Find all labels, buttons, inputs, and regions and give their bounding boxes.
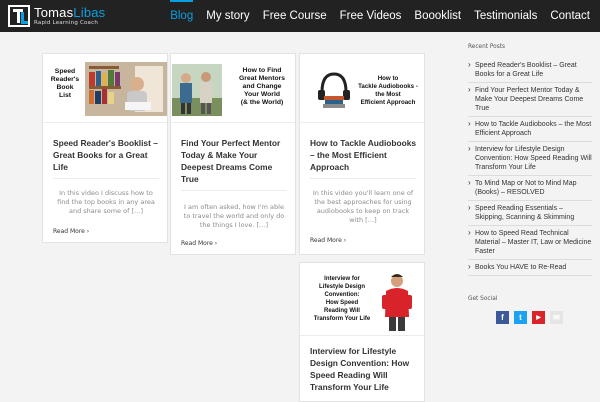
youtube-icon[interactable]: ▶ — [532, 311, 545, 324]
post-excerpt: I am often asked, how I'm able to travel… — [183, 203, 285, 229]
nav-my-story[interactable]: My story — [206, 0, 249, 32]
post-card: Interview for Lifestyle Design Conventio… — [299, 262, 425, 402]
nav-testimonials[interactable]: Testimonials — [474, 0, 537, 32]
recent-post-link[interactable]: How to Speed Read Technical Material – M… — [468, 226, 592, 260]
thumbnail-caption: Speed Reader's Book List — [50, 68, 80, 99]
post-card: Speed Reader's Book List Speed Reader's … — [42, 53, 168, 243]
post-excerpt: In this video you'll learn one of the be… — [312, 189, 414, 224]
post-thumbnail[interactable]: How to Find Great Mentors and Change You… — [171, 54, 295, 122]
recent-post-link[interactable]: Speed Reading Essentials – Skipping, Sca… — [468, 201, 592, 226]
recent-posts-heading: Recent Posts — [468, 44, 506, 50]
nav-contact[interactable]: Contact — [550, 0, 590, 32]
post-title[interactable]: Interview for Lifestyle Design Conventio… — [310, 345, 418, 393]
logo-tagline: Rapid Learning Coach — [34, 19, 99, 26]
facebook-icon[interactable]: f — [496, 311, 509, 324]
thumbnail-caption: How to Tackle Audiobooks - the Most Effi… — [358, 75, 418, 106]
headphones-books-icon — [318, 72, 350, 108]
nav-blog[interactable]: Blog — [170, 0, 194, 32]
nav-free-course[interactable]: Free Course — [263, 0, 327, 32]
recent-post-link[interactable]: How to Tackle Audiobooks – the Most Effi… — [468, 117, 592, 142]
recent-post-link[interactable]: To Mind Map or Not to Mind Map (Books) –… — [468, 176, 592, 201]
main-nav: Blog My story Free Course Free Videos Bo… — [157, 0, 590, 32]
bookshelf-photo-icon — [85, 62, 167, 116]
post-card: How to Tackle Audiobooks - the Most Effi… — [299, 53, 425, 255]
recent-post-link[interactable]: Speed Reader's Booklist – Great Books fo… — [468, 58, 592, 83]
read-more-link[interactable]: Read More › — [181, 240, 217, 247]
get-social-heading: Get Social — [468, 296, 498, 302]
nav-booklist[interactable]: Boooklist — [414, 0, 461, 32]
post-title[interactable]: Find Your Perfect Mentor Today & Make Yo… — [181, 137, 289, 185]
site-header: TomasLibas Rapid Learning Coach Blog My … — [0, 0, 600, 32]
post-excerpt: In this video I discuss how to find the … — [57, 189, 155, 215]
social-links: f t ▶ ✉ — [496, 311, 568, 324]
post-title[interactable]: Speed Reader's Booklist – Great Books fo… — [53, 137, 161, 173]
recent-post-link[interactable]: Interview for Lifestyle Design Conventio… — [468, 142, 592, 176]
post-thumbnail[interactable]: Speed Reader's Book List — [43, 54, 167, 122]
post-title[interactable]: How to Tackle Audiobooks – the Most Effi… — [310, 137, 418, 173]
mentors-photo-icon — [172, 64, 222, 116]
logo-mark-icon — [8, 5, 30, 27]
recent-posts-list: Speed Reader's Booklist – Great Books fo… — [468, 58, 592, 276]
site-logo[interactable]: TomasLibas Rapid Learning Coach — [8, 4, 105, 28]
read-more-link[interactable]: Read More › — [310, 237, 346, 244]
logo-name: TomasLibas — [34, 4, 106, 20]
post-thumbnail[interactable]: How to Tackle Audiobooks - the Most Effi… — [300, 54, 424, 122]
post-card: How to Find Great Mentors and Change You… — [170, 53, 296, 255]
recent-post-link[interactable]: Find Your Perfect Mentor Today & Make Yo… — [468, 83, 592, 117]
thumbnail-caption: How to Find Great Mentors and Change You… — [238, 67, 286, 106]
nav-free-videos[interactable]: Free Videos — [340, 0, 402, 32]
post-thumbnail[interactable]: Interview for Lifestyle Design Conventio… — [300, 263, 424, 335]
read-more-link[interactable]: Read More › — [53, 228, 89, 235]
email-icon[interactable]: ✉ — [550, 311, 563, 324]
recent-post-link[interactable]: Books You HAVE to Re-Read — [468, 260, 592, 276]
thumbnail-caption: Interview for Lifestyle Design Conventio… — [313, 276, 371, 322]
speaker-photo-icon — [382, 274, 412, 331]
twitter-icon[interactable]: t — [514, 311, 527, 324]
